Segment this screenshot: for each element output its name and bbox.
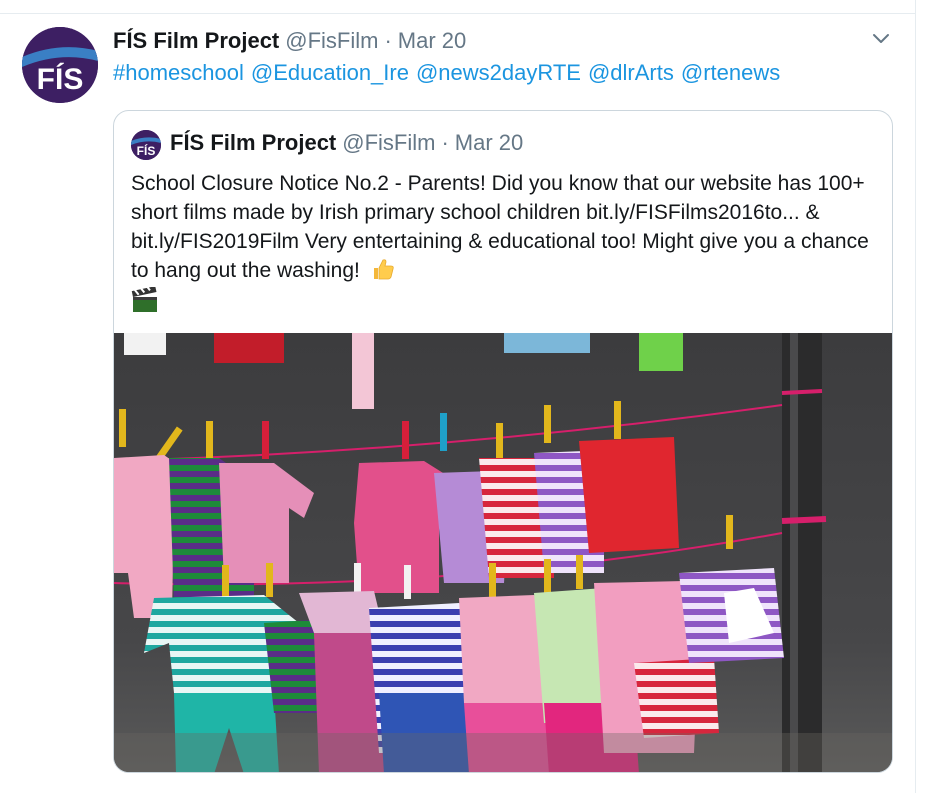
quoted-author-name: FÍS Film Project — [170, 130, 337, 155]
chevron-down-icon[interactable] — [868, 28, 894, 50]
thumbs-up-icon — [370, 256, 396, 282]
separator: · — [384, 28, 392, 53]
column-border — [915, 0, 916, 793]
author-handle[interactable]: @FisFilm — [285, 28, 378, 54]
tweet-header: FÍS Film Project @FisFilm · Mar 20 — [113, 28, 466, 54]
mention-dlrarts[interactable]: @dlrArts — [588, 60, 674, 85]
timeline-divider — [0, 0, 916, 14]
quoted-tweet-card[interactable]: FÍS FÍS Film Project @FisFilm · Mar 20 S… — [113, 110, 893, 773]
avatar[interactable]: FÍS — [22, 27, 98, 103]
author-name[interactable]: FÍS Film Project — [113, 28, 279, 54]
tweet-date[interactable]: Mar 20 — [398, 28, 466, 54]
svg-text:FÍS: FÍS — [137, 143, 156, 158]
mention-news2dayrte[interactable]: @news2dayRTE — [416, 60, 581, 85]
quoted-header: FÍS Film Project @FisFilm · Mar 20 — [170, 129, 523, 157]
quoted-author-handle: @FisFilm — [342, 130, 436, 155]
quoted-text: School Closure Notice No.2 - Parents! Di… — [131, 169, 877, 313]
quoted-avatar: FÍS — [131, 130, 161, 160]
quoted-separator: · — [441, 130, 449, 155]
mention-education-ire[interactable]: @Education_Ire — [251, 60, 409, 85]
quoted-date: Mar 20 — [454, 130, 524, 155]
hashtag-homeschool[interactable]: #homeschool — [113, 60, 244, 85]
clapper-board-icon — [131, 284, 159, 313]
mention-rtenews[interactable]: @rtenews — [681, 60, 780, 85]
avatar-logo-text: FÍS — [37, 62, 84, 96]
quoted-body: School Closure Notice No.2 - Parents! Di… — [131, 172, 869, 282]
tweet-mentions: #homeschool @Education_Ire @news2dayRTE @dl… — [113, 59, 787, 87]
quoted-photo[interactable] — [114, 333, 892, 772]
